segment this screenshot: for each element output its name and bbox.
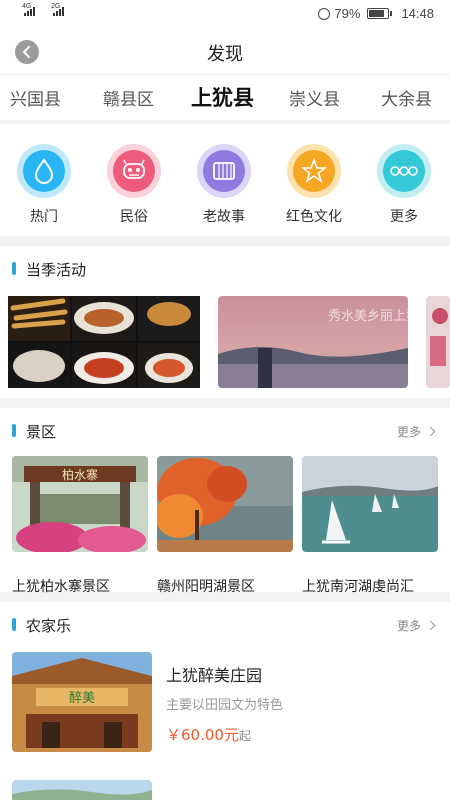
- tab-dayu[interactable]: 大余县: [381, 85, 432, 110]
- tab-chongyi[interactable]: 崇义县: [289, 85, 340, 110]
- farm-image-next[interactable]: [12, 780, 152, 800]
- section-header: 当季活动: [0, 246, 450, 290]
- scenic-name[interactable]: 上犹南河湖虔尚汇: [302, 576, 414, 596]
- farm-image[interactable]: 醉美: [12, 652, 152, 752]
- tab-shangyou[interactable]: 上犹县: [191, 82, 254, 112]
- section-title: 农家乐: [26, 617, 72, 635]
- signal-icon: 2G: [51, 3, 64, 16]
- section-title: 景区: [26, 423, 57, 441]
- scenic-name[interactable]: 赣州阳明湖景区: [157, 576, 255, 596]
- category-old-stories[interactable]: 老故事: [184, 144, 264, 226]
- category-red-culture[interactable]: 红色文化: [274, 144, 354, 226]
- category-grid: 热门 民俗 老故事 红色文化 更多: [0, 124, 450, 236]
- farm-price: ￥60.00元起: [166, 726, 251, 744]
- more-link[interactable]: 更多: [397, 423, 436, 440]
- star-icon: [293, 150, 335, 192]
- county-tabs: 兴国县 赣县区 上犹县 崇义县 大余县: [0, 74, 450, 120]
- tab-xingguo[interactable]: 兴国县: [10, 85, 61, 110]
- calligraphy-text: 秀水美乡丽上犹: [328, 309, 408, 324]
- seasonal-section: 当季活动 秀水美乡丽上犹: [0, 246, 450, 398]
- category-hot[interactable]: 热门: [4, 144, 84, 226]
- scenic-image-nanhe-lake[interactable]: [302, 456, 438, 552]
- food-collage-image[interactable]: [8, 296, 200, 388]
- section-title: 当季活动: [26, 261, 87, 279]
- page-title: 发现: [207, 44, 243, 65]
- category-more[interactable]: 更多: [364, 144, 444, 226]
- battery-icon: [367, 8, 393, 19]
- scenic-name[interactable]: 上犹柏水寨景区: [12, 576, 110, 596]
- gate-sign-text: 柏水寨: [62, 467, 98, 482]
- tab-ganxian[interactable]: 赣县区: [103, 85, 154, 110]
- section-header: 农家乐 更多: [0, 602, 450, 646]
- water-drop-icon: [23, 150, 65, 192]
- status-bar: 4G 2G 79% 14:48: [0, 0, 450, 28]
- lake-banner-image[interactable]: 秀水美乡丽上犹: [218, 296, 408, 388]
- battery-percent: 79%: [334, 6, 361, 21]
- scenic-image-baishuizhai[interactable]: 柏水寨: [12, 456, 148, 552]
- signal-icon: 4G: [22, 3, 35, 16]
- scenic-section: 景区 更多 柏水寨 上犹柏水寨景区 赣州阳明湖景区 上犹南河湖虔尚汇: [0, 408, 450, 595]
- category-folk[interactable]: 民俗: [94, 144, 174, 226]
- farm-section: 农家乐 更多 醉美 上犹醉美庄园 主要以田园文为特色 ￥60.00元起: [0, 602, 450, 800]
- alarm-icon: [318, 7, 331, 20]
- scenic-image-yangming-lake[interactable]: [157, 456, 293, 552]
- farm-sign-text: 醉美: [69, 690, 95, 706]
- nav-bar: 发现: [0, 28, 450, 74]
- more-link[interactable]: 更多: [397, 617, 436, 634]
- scroll-icon: [203, 150, 245, 192]
- chevron-right-icon: [425, 620, 436, 631]
- farm-description: 主要以田园文为特色: [166, 698, 284, 713]
- partial-banner-image[interactable]: [426, 296, 450, 388]
- more-dots-icon: [383, 150, 425, 192]
- section-header: 景区 更多: [0, 408, 450, 452]
- farm-name[interactable]: 上犹醉美庄园: [166, 662, 262, 686]
- lion-mask-icon: [113, 150, 155, 192]
- clock: 14:48: [401, 6, 434, 21]
- chevron-right-icon: [425, 426, 436, 437]
